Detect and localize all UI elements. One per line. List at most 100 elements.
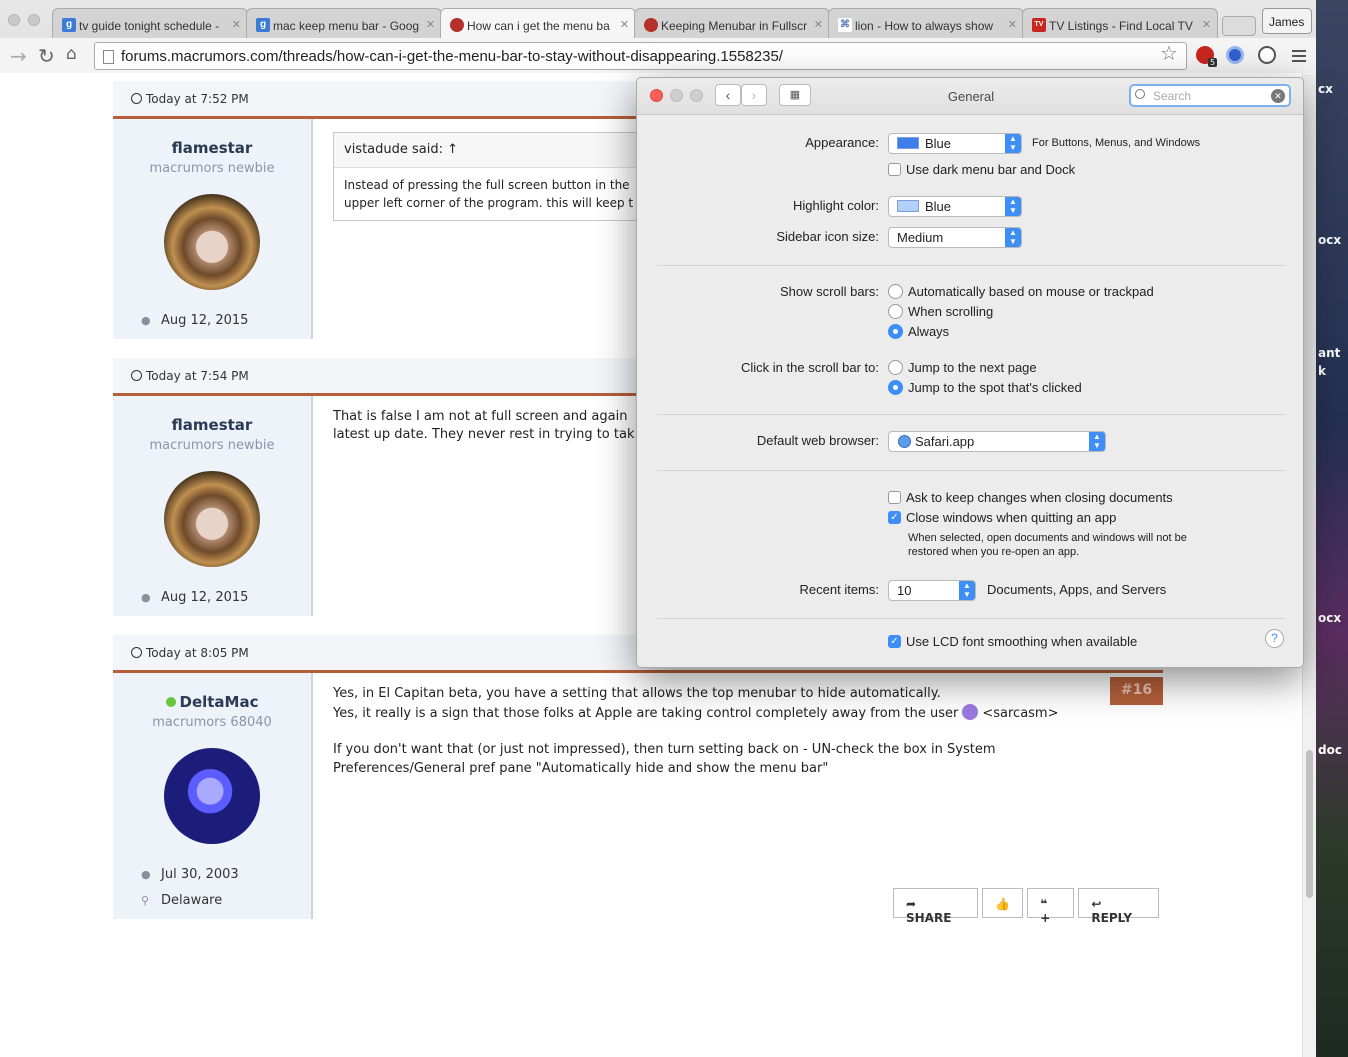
user-title: macrumors 68040	[152, 715, 272, 730]
browser-tab-active[interactable]: How can i get the menu ba ✕	[440, 8, 636, 38]
browser-tab[interactable]: g mac keep menu bar - Goog ✕	[246, 8, 442, 38]
close-tab-icon[interactable]: ✕	[232, 18, 241, 31]
google-icon: g	[62, 18, 76, 32]
user-icon: ●	[141, 314, 151, 327]
close-windows-checkbox[interactable]: ✓	[888, 511, 901, 524]
desktop-file-label[interactable]: ant	[1318, 346, 1340, 360]
chrome-menu-icon[interactable]	[1292, 50, 1306, 65]
avatar[interactable]	[164, 194, 260, 290]
scroll-auto-radio[interactable]	[888, 284, 903, 299]
default-browser-popup[interactable]: Safari.app ▲ ▼	[888, 431, 1106, 452]
scrollbar-thumb[interactable]	[1306, 750, 1313, 898]
dark-menu-checkbox[interactable]	[888, 163, 901, 176]
window-close-button[interactable]	[8, 14, 20, 26]
dark-menu-label[interactable]: Use dark menu bar and Dock	[906, 162, 1075, 177]
clear-search-icon[interactable]: ✕	[1271, 89, 1285, 103]
reply-label: REPLY	[1091, 911, 1133, 925]
desktop-file-label[interactable]: ocx	[1318, 233, 1341, 247]
close-windows-label[interactable]: Close windows when quitting an app	[906, 510, 1116, 525]
search-placeholder: Search	[1153, 89, 1192, 103]
desktop-file-label[interactable]: ocx	[1318, 611, 1341, 625]
scroll-when-scrolling-label[interactable]: When scrolling	[908, 304, 993, 319]
desktop-file-label[interactable]: k	[1318, 364, 1326, 378]
post-text: If you don't want that (or just not impr…	[333, 742, 996, 757]
sidebar-size-popup[interactable]: Medium ▲ ▼	[888, 227, 1022, 248]
appearance-popup[interactable]: Blue ▲ ▼	[888, 133, 1022, 154]
desktop-file-label[interactable]: doc	[1318, 743, 1342, 757]
browser-tab[interactable]: Keeping Menubar in Fullscr ✕	[634, 8, 830, 38]
desktop-file-label[interactable]: cx	[1318, 82, 1333, 96]
browser-tab[interactable]: ⌘ lion - How to always show ✕	[828, 8, 1024, 38]
address-bar[interactable]: forums.macrumors.com/threads/how-can-i-g…	[94, 42, 1187, 70]
forward-arrow-icon[interactable]: →	[10, 44, 27, 68]
user-icon: ●	[141, 591, 151, 604]
close-tab-icon[interactable]: ✕	[1202, 18, 1211, 31]
jump-next-page-radio[interactable]	[888, 360, 903, 375]
popup-arrows-icon: ▲ ▼	[1005, 197, 1021, 216]
post-time[interactable]: Today at 7:52 PM	[146, 92, 249, 106]
quote-label: +	[1040, 911, 1051, 925]
avatar[interactable]	[164, 471, 260, 567]
highlight-popup[interactable]: Blue ▲ ▼	[888, 196, 1022, 217]
system-preferences-window: General ‹ › ▦ Search ✕ Appearance: Blue ▲ ▼…	[636, 77, 1304, 668]
browser-tab[interactable]: TV TV Listings - Find Local TV ✕	[1022, 8, 1218, 38]
page-scrollbar[interactable]	[1302, 74, 1316, 1057]
jump-spot-radio[interactable]	[888, 380, 903, 395]
ask-keep-label[interactable]: Ask to keep changes when closing documen…	[906, 490, 1173, 505]
scroll-auto-label[interactable]: Automatically based on mouse or trackpad	[908, 284, 1154, 299]
show-all-grid-icon[interactable]: ▦	[779, 84, 811, 106]
jump-next-page-label[interactable]: Jump to the next page	[908, 360, 1037, 375]
search-field[interactable]: Search ✕	[1129, 84, 1291, 107]
post-time[interactable]: Today at 7:54 PM	[146, 369, 249, 383]
scroll-always-radio[interactable]	[888, 324, 903, 339]
post-text: Yes, in El Capitan beta, you have a sett…	[333, 686, 941, 701]
username-link[interactable]: DeltaMac	[180, 693, 259, 711]
scroll-when-scrolling-radio[interactable]	[888, 304, 903, 319]
profile-button[interactable]: James	[1262, 8, 1312, 34]
reload-icon[interactable]: ↻	[38, 44, 55, 68]
reply-button[interactable]: ↩ REPLY	[1078, 888, 1159, 925]
username-link[interactable]: flamestar	[113, 139, 311, 157]
user-location: Delaware	[161, 893, 223, 908]
ask-keep-checkbox[interactable]	[888, 491, 901, 504]
avatar[interactable]	[164, 748, 260, 844]
chat-extension-icon[interactable]	[1258, 46, 1276, 64]
close-windows-note: When selected, open documents and window…	[908, 532, 1187, 544]
scroll-always-label[interactable]: Always	[908, 324, 949, 339]
close-tab-icon[interactable]: ✕	[1008, 18, 1017, 31]
bookmark-star-icon[interactable]: ☆	[1160, 41, 1178, 65]
lcd-smoothing-label[interactable]: Use LCD font smoothing when available	[906, 634, 1137, 649]
online-status-icon	[165, 697, 176, 707]
extension-icon[interactable]	[1226, 46, 1244, 64]
close-tab-icon[interactable]: ✕	[620, 18, 629, 31]
forward-button[interactable]: ›	[741, 84, 767, 106]
like-button[interactable]: 👍	[982, 888, 1024, 918]
username-link[interactable]: flamestar	[113, 416, 311, 434]
post-time[interactable]: Today at 8:05 PM	[146, 646, 249, 660]
browser-tab[interactable]: g tv guide tonight schedule - ✕	[52, 8, 248, 38]
divider	[657, 618, 1285, 619]
recent-items-popup[interactable]: 10 ▲ ▼	[888, 580, 976, 601]
help-button[interactable]: ?	[1265, 629, 1284, 648]
browser-toolbar: → ↻ ⌂ forums.macrumors.com/threads/how-c…	[0, 38, 1316, 73]
search-icon	[1135, 89, 1145, 99]
home-icon[interactable]: ⌂	[66, 44, 77, 64]
jump-spot-label[interactable]: Jump to the spot that's clicked	[908, 380, 1082, 395]
page-icon	[103, 50, 114, 64]
close-tab-icon[interactable]: ✕	[426, 18, 435, 31]
window-minimize-button[interactable]	[28, 14, 40, 26]
close-windows-note: restored when you re-open an app.	[908, 546, 1080, 558]
quote-author[interactable]: vistadude said: ↑	[334, 133, 672, 168]
lcd-smoothing-checkbox[interactable]: ✓	[888, 635, 901, 648]
window-titlebar: General ‹ › ▦ Search ✕	[637, 78, 1303, 115]
post-actions: ➦ SHARE 👍 ❝ + ↩ REPLY	[893, 888, 1163, 925]
share-button[interactable]: ➦ SHARE	[893, 888, 979, 925]
close-tab-icon[interactable]: ✕	[814, 18, 823, 31]
multiquote-button[interactable]: ❝ +	[1027, 888, 1075, 925]
popup-arrows-icon: ▲ ▼	[1005, 228, 1021, 247]
tab-title: mac keep menu bar - Goog	[273, 19, 420, 33]
user-sidebar: DeltaMac macrumors 68040 ● Jul 30, 2003 ⚲…	[113, 673, 313, 919]
back-button[interactable]: ‹	[715, 84, 741, 106]
new-tab-button[interactable]	[1222, 16, 1256, 36]
join-date: Jul 30, 2003	[161, 867, 239, 882]
